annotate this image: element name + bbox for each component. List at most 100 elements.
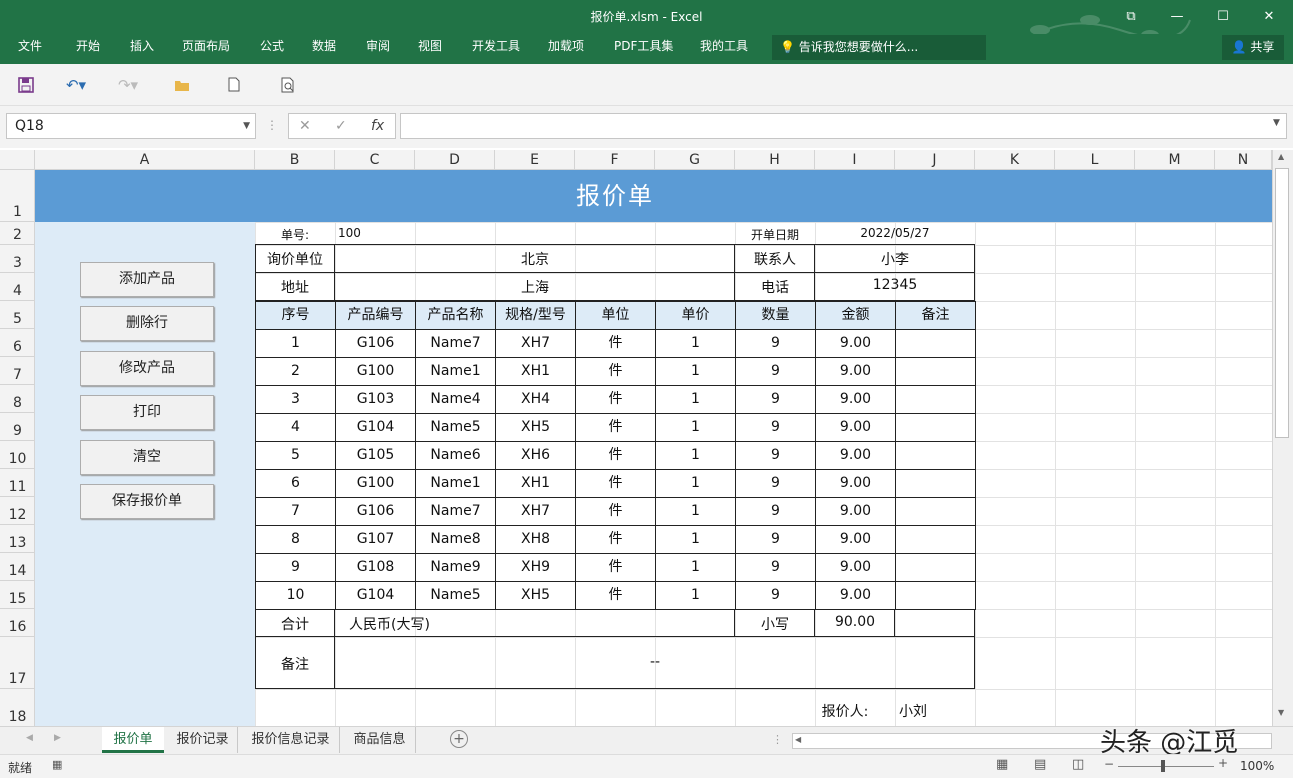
table-cell[interactable]: XH4 (495, 385, 576, 414)
sheet-tab-product-info[interactable]: 商品信息 (344, 727, 416, 753)
table-cell[interactable]: 件 (575, 329, 656, 358)
table-cell[interactable]: 件 (575, 525, 656, 554)
table-cell[interactable]: 1 (655, 329, 736, 358)
phone-value[interactable]: 12345 (815, 277, 975, 293)
scroll-down-icon[interactable]: ▼ (1278, 708, 1284, 717)
table-cell[interactable]: 9.00 (815, 357, 896, 386)
table-cell[interactable]: XH7 (495, 329, 576, 358)
row-header-3[interactable]: 3 (0, 245, 35, 273)
expand-formula-icon[interactable]: ▼ (1273, 118, 1280, 128)
row-header-4[interactable]: 4 (0, 273, 35, 301)
table-cell[interactable]: XH9 (495, 553, 576, 582)
page-layout-view-icon[interactable]: ▤ (1034, 757, 1046, 772)
print-button[interactable]: 打印 (80, 395, 214, 430)
table-cell[interactable]: 1 (655, 441, 736, 470)
table-cell[interactable]: 件 (575, 497, 656, 526)
table-cell[interactable] (895, 581, 976, 610)
table-cell[interactable]: 9 (735, 413, 816, 442)
table-cell[interactable]: 9.00 (815, 581, 896, 610)
zoom-out-icon[interactable]: − (1104, 757, 1114, 771)
table-cell[interactable]: XH8 (495, 525, 576, 554)
table-cell[interactable]: G108 (335, 553, 416, 582)
row-header-7[interactable]: 7 (0, 357, 35, 385)
chevron-down-icon[interactable]: ▼ (243, 114, 250, 138)
row-header-9[interactable]: 9 (0, 413, 35, 441)
tab-addins[interactable]: 加载项 (548, 34, 584, 64)
table-cell[interactable]: 9.00 (815, 413, 896, 442)
table-cell[interactable]: 9 (735, 357, 816, 386)
column-header-b[interactable]: B (255, 150, 335, 170)
row-header-11[interactable]: 11 (0, 469, 35, 497)
row-header-1[interactable]: 1 (0, 170, 35, 222)
table-cell[interactable]: 1 (655, 357, 736, 386)
row-header-18[interactable]: 18 (0, 689, 35, 726)
sheet-tab-quote-records[interactable]: 报价记录 (168, 727, 238, 753)
column-header-a[interactable]: A (35, 150, 255, 170)
table-cell[interactable]: 1 (655, 525, 736, 554)
name-box[interactable]: Q18 ▼ (6, 113, 256, 139)
table-cell[interactable]: 9 (735, 525, 816, 554)
macro-record-icon[interactable]: ▦ (52, 758, 62, 771)
table-cell[interactable]: 9 (735, 553, 816, 582)
normal-view-icon[interactable]: ▦ (996, 757, 1008, 772)
table-cell[interactable]: 1 (655, 553, 736, 582)
tab-split-icon[interactable]: ⋮ (772, 733, 783, 746)
scroll-left-icon[interactable]: ◀ (795, 735, 801, 744)
table-cell[interactable]: Name1 (415, 357, 496, 386)
zoom-in-icon[interactable]: + (1218, 756, 1228, 770)
table-cell[interactable]: 2 (255, 357, 336, 386)
table-cell[interactable]: Name8 (415, 525, 496, 554)
share-button[interactable]: 👤 共享 (1222, 35, 1284, 60)
minimize-button[interactable]: — (1154, 0, 1200, 34)
row-header-14[interactable]: 14 (0, 553, 35, 581)
table-cell[interactable]: Name4 (415, 385, 496, 414)
table-cell[interactable]: 1 (655, 497, 736, 526)
table-cell[interactable]: 9 (735, 329, 816, 358)
table-cell[interactable]: 9 (735, 441, 816, 470)
table-cell[interactable]: G104 (335, 581, 416, 610)
table-cell[interactable] (895, 329, 976, 358)
row-header-6[interactable]: 6 (0, 329, 35, 357)
table-cell[interactable] (895, 525, 976, 554)
table-cell[interactable]: 件 (575, 357, 656, 386)
column-header-h[interactable]: H (735, 150, 815, 170)
table-cell[interactable]: 10 (255, 581, 336, 610)
tab-file[interactable]: 文件 (18, 34, 42, 64)
table-cell[interactable]: G104 (335, 413, 416, 442)
clear-button[interactable]: 清空 (80, 440, 214, 475)
row-header-8[interactable]: 8 (0, 385, 35, 413)
row-header-13[interactable]: 13 (0, 525, 35, 553)
table-cell[interactable]: 件 (575, 469, 656, 498)
table-cell[interactable]: G105 (335, 441, 416, 470)
table-cell[interactable]: 件 (575, 385, 656, 414)
column-header-d[interactable]: D (415, 150, 495, 170)
edit-product-button[interactable]: 修改产品 (80, 351, 214, 386)
zoom-slider-thumb[interactable] (1161, 760, 1165, 772)
table-cell[interactable]: 1 (655, 413, 736, 442)
table-cell[interactable]: Name6 (415, 441, 496, 470)
table-cell[interactable]: Name1 (415, 469, 496, 498)
column-header-g[interactable]: G (655, 150, 735, 170)
table-cell[interactable] (895, 385, 976, 414)
table-cell[interactable]: 9.00 (815, 553, 896, 582)
table-cell[interactable]: 5 (255, 441, 336, 470)
add-sheet-icon[interactable]: + (450, 730, 468, 748)
table-cell[interactable] (895, 441, 976, 470)
sheet-tab-quote-info-records[interactable]: 报价信息记录 (242, 727, 340, 753)
contact-value[interactable]: 小李 (815, 249, 975, 269)
tab-developer[interactable]: 开发工具 (472, 34, 520, 64)
tab-home[interactable]: 开始 (76, 34, 100, 64)
table-cell[interactable]: 件 (575, 581, 656, 610)
next-sheet-icon[interactable]: ▶ (54, 733, 61, 743)
tab-page-layout[interactable]: 页面布局 (182, 34, 230, 64)
row-header-15[interactable]: 15 (0, 581, 35, 609)
table-cell[interactable]: 1 (655, 385, 736, 414)
prev-sheet-icon[interactable]: ◀ (26, 733, 33, 743)
table-cell[interactable]: Name7 (415, 329, 496, 358)
ribbon-display-options-button[interactable]: ⧉ (1108, 0, 1154, 34)
table-cell[interactable]: XH7 (495, 497, 576, 526)
enter-check-icon[interactable]: ✓ (335, 114, 347, 138)
delete-row-button[interactable]: 删除行 (80, 306, 214, 341)
table-cell[interactable]: 3 (255, 385, 336, 414)
table-cell[interactable] (895, 469, 976, 498)
